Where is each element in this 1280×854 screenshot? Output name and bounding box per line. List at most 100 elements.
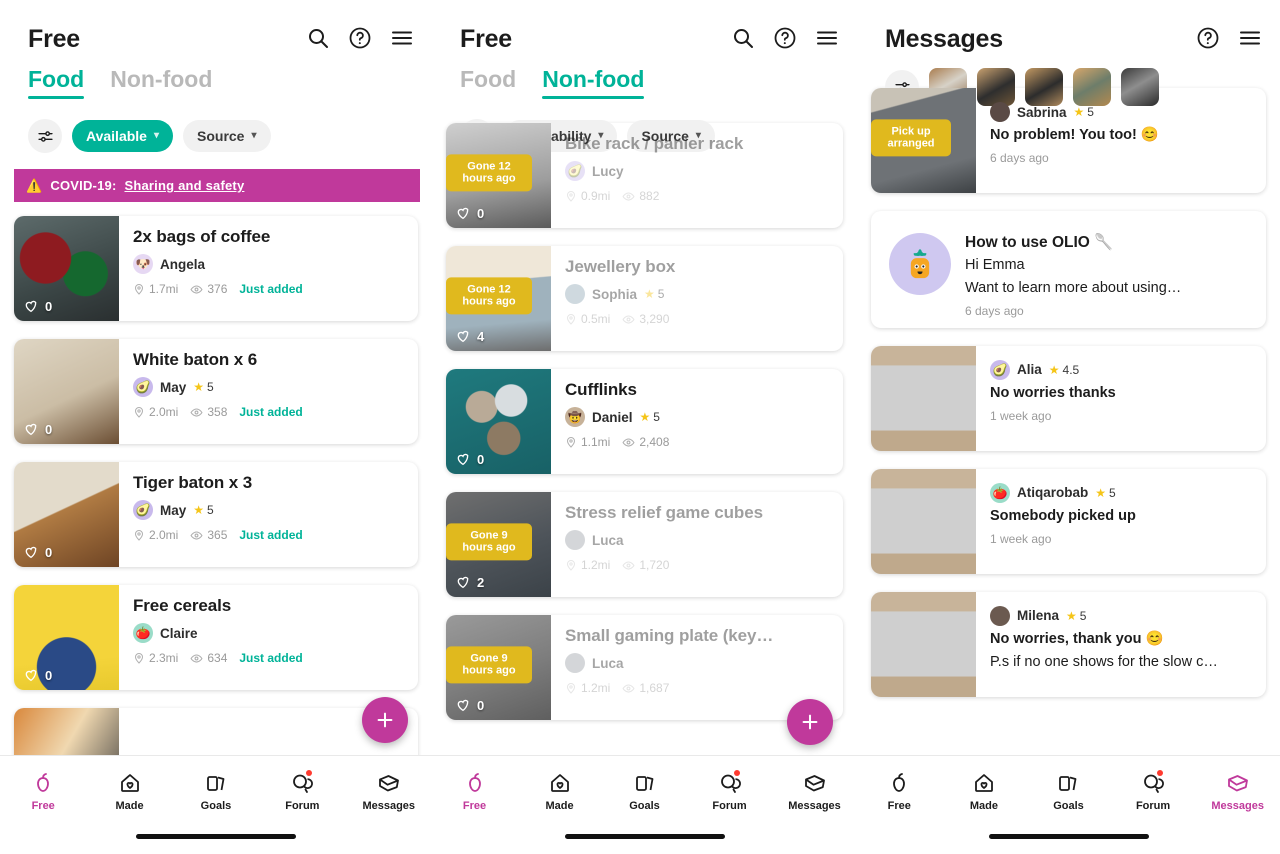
like-count[interactable]: 0 — [455, 205, 484, 221]
covid-banner[interactable]: ⚠️ COVID-19: Sharing and safety — [14, 169, 420, 202]
listing-user: Luca — [565, 653, 831, 673]
listing-card[interactable]: 0 Free cereals 🍅 Claire 2.3mi 634 Just a… — [14, 585, 418, 690]
listing-user-name: Luca — [592, 532, 624, 548]
distance: 1.1mi — [565, 435, 610, 449]
user-rating: ★ 5 — [193, 380, 213, 394]
nav-item-messages[interactable]: Messages — [1201, 771, 1275, 812]
like-count[interactable]: 4 — [455, 328, 484, 344]
nav-item-made[interactable]: Made — [523, 771, 597, 812]
rating-value: 5 — [1079, 608, 1087, 623]
nav-item-goals[interactable]: Goals — [179, 771, 253, 812]
listing-meta: 2.3mi 634 Just added — [133, 651, 406, 665]
cards-icon — [633, 771, 657, 795]
message-thread[interactable]: Pick up arranged Sabrina ★ 5 No problem! … — [871, 88, 1266, 193]
views: 634 — [190, 651, 227, 665]
listing-card[interactable]: Gone 12 hours ago 0 Bike rack / panier r… — [446, 123, 843, 228]
nav-item-made[interactable]: Made — [947, 771, 1021, 812]
nav-item-messages[interactable]: Messages — [352, 771, 426, 812]
panel-free-food: Free Food Non-food Available ▾ Source ▾ … — [0, 0, 432, 854]
filter-availability[interactable]: Available ▾ — [72, 120, 173, 152]
filter-row: Available ▾ Source ▾ — [0, 99, 432, 153]
like-count[interactable]: 0 — [23, 298, 52, 314]
rating-value: 5 — [653, 410, 660, 424]
like-count-value: 0 — [477, 205, 485, 221]
distance-value: 1.7mi — [149, 282, 179, 296]
listing-card[interactable]: 0 White baton x 6 🥑 May ★ 5 2.0mi 358 Ju… — [14, 339, 418, 444]
thread-user: 🥑 Alia ★ 4.5 — [990, 359, 1252, 380]
distance-value: 1.2mi — [581, 558, 611, 572]
filter-availability-label: Available — [86, 128, 147, 144]
add-listing-button[interactable] — [362, 697, 408, 743]
like-count[interactable]: 0 — [23, 544, 52, 560]
thread-preview-line1: Hi Emma — [965, 257, 1025, 273]
help-icon[interactable] — [773, 26, 797, 50]
tab-food[interactable]: Food — [460, 66, 516, 99]
message-thread[interactable]: Milena ★ 5 No worries, thank you 😊 P.s if… — [871, 591, 1266, 697]
bottom-nav: Free Made Goals Forum Messages — [857, 755, 1280, 854]
listing-card[interactable]: Gone 9 hours ago 0 Small gaming plate (k… — [446, 615, 843, 720]
listing-card[interactable]: 0 2x bags of coffee 🐶 Angela 1.7mi 376 J… — [14, 216, 418, 321]
nav-item-forum[interactable]: Forum — [1116, 769, 1190, 812]
nav-item-goals[interactable]: Goals — [608, 771, 682, 812]
nav-item-forum[interactable]: Forum — [265, 769, 339, 812]
help-icon[interactable] — [348, 26, 372, 50]
hamburger-menu-icon[interactable] — [1238, 26, 1262, 50]
filter-source[interactable]: Source ▾ — [183, 120, 271, 152]
like-count[interactable]: 2 — [455, 574, 484, 590]
listing-meta: 1.1mi 2,408 — [565, 435, 831, 449]
message-thread[interactable]: 🥑 Alia ★ 4.5 No worries thanks 1 week ago — [871, 345, 1266, 451]
like-count[interactable]: 0 — [455, 697, 484, 713]
listing-thumb-4[interactable] — [1073, 68, 1111, 106]
add-listing-button[interactable] — [787, 699, 833, 745]
tab-food[interactable]: Food — [28, 66, 85, 99]
nav-label: Goals — [629, 799, 660, 812]
nav-item-goals[interactable]: Goals — [1031, 771, 1105, 812]
like-count[interactable]: 0 — [23, 421, 52, 437]
like-count[interactable]: 0 — [23, 667, 52, 683]
listing-card[interactable]: Gone 12 hours ago 4 Jewellery box Sophia… — [446, 246, 843, 351]
apple-icon — [31, 771, 55, 795]
nav-item-messages[interactable]: Messages — [778, 771, 852, 812]
tab-non-food[interactable]: Non-food — [542, 66, 645, 99]
search-icon[interactable] — [306, 26, 330, 50]
help-icon[interactable] — [1196, 26, 1220, 50]
nav-item-free[interactable]: Free — [438, 771, 512, 812]
listing-user-name: Daniel — [592, 409, 633, 425]
like-count[interactable]: 0 — [455, 451, 484, 467]
listing-card[interactable]: Gone 9 hours ago 2 Stress relief game cu… — [446, 492, 843, 597]
nav-item-forum[interactable]: Forum — [693, 769, 767, 812]
sliders-icon[interactable] — [28, 119, 62, 153]
views: 358 — [190, 405, 227, 419]
listing-body: Free cereals 🍅 Claire 2.3mi 634 Just add… — [119, 585, 418, 690]
views-value: 634 — [207, 651, 228, 665]
listing-thumb-2[interactable] — [977, 68, 1015, 106]
views-value: 3,290 — [639, 312, 670, 326]
listing-user-name: May — [160, 502, 187, 518]
listing-user: 🥑 Lucy — [565, 161, 831, 181]
nav-item-free[interactable]: Free — [862, 771, 936, 812]
app-header: Free — [0, 0, 432, 52]
listing-card[interactable]: 0 Cufflinks 🤠 Daniel ★ 5 1.1mi 2,408 — [446, 369, 843, 474]
thread-user-name: Sabrina — [1017, 104, 1067, 120]
nav-item-made[interactable]: Made — [93, 771, 167, 812]
listing-body: White baton x 6 🥑 May ★ 5 2.0mi 358 Just… — [119, 339, 418, 444]
listing-thumb-5[interactable] — [1121, 68, 1159, 106]
hamburger-menu-icon[interactable] — [390, 26, 414, 50]
message-thread-olio[interactable]: How to use OLIO 🥄 Hi Emma Want to learn … — [871, 211, 1266, 328]
message-thread[interactable]: 🍅 Atiqarobab ★ 5 Somebody picked up 1 wee… — [871, 468, 1266, 574]
tab-non-food[interactable]: Non-food — [110, 66, 212, 99]
covid-banner-link[interactable]: Sharing and safety — [124, 178, 244, 193]
distance: 2.0mi — [133, 528, 178, 542]
views: 882 — [622, 189, 659, 203]
nav-item-free[interactable]: Free — [6, 771, 80, 812]
distance: 0.5mi — [565, 312, 610, 326]
views: 3,290 — [622, 312, 669, 326]
distance: 1.2mi — [565, 681, 610, 695]
user-rating: ★ 4.5 — [1049, 363, 1079, 377]
distance: 2.0mi — [133, 405, 178, 419]
listing-thumb-3[interactable] — [1025, 68, 1063, 106]
header-icon-group — [731, 24, 839, 50]
listing-card[interactable]: 0 Tiger baton x 3 🥑 May ★ 5 2.0mi 365 Ju… — [14, 462, 418, 567]
hamburger-menu-icon[interactable] — [815, 26, 839, 50]
search-icon[interactable] — [731, 26, 755, 50]
